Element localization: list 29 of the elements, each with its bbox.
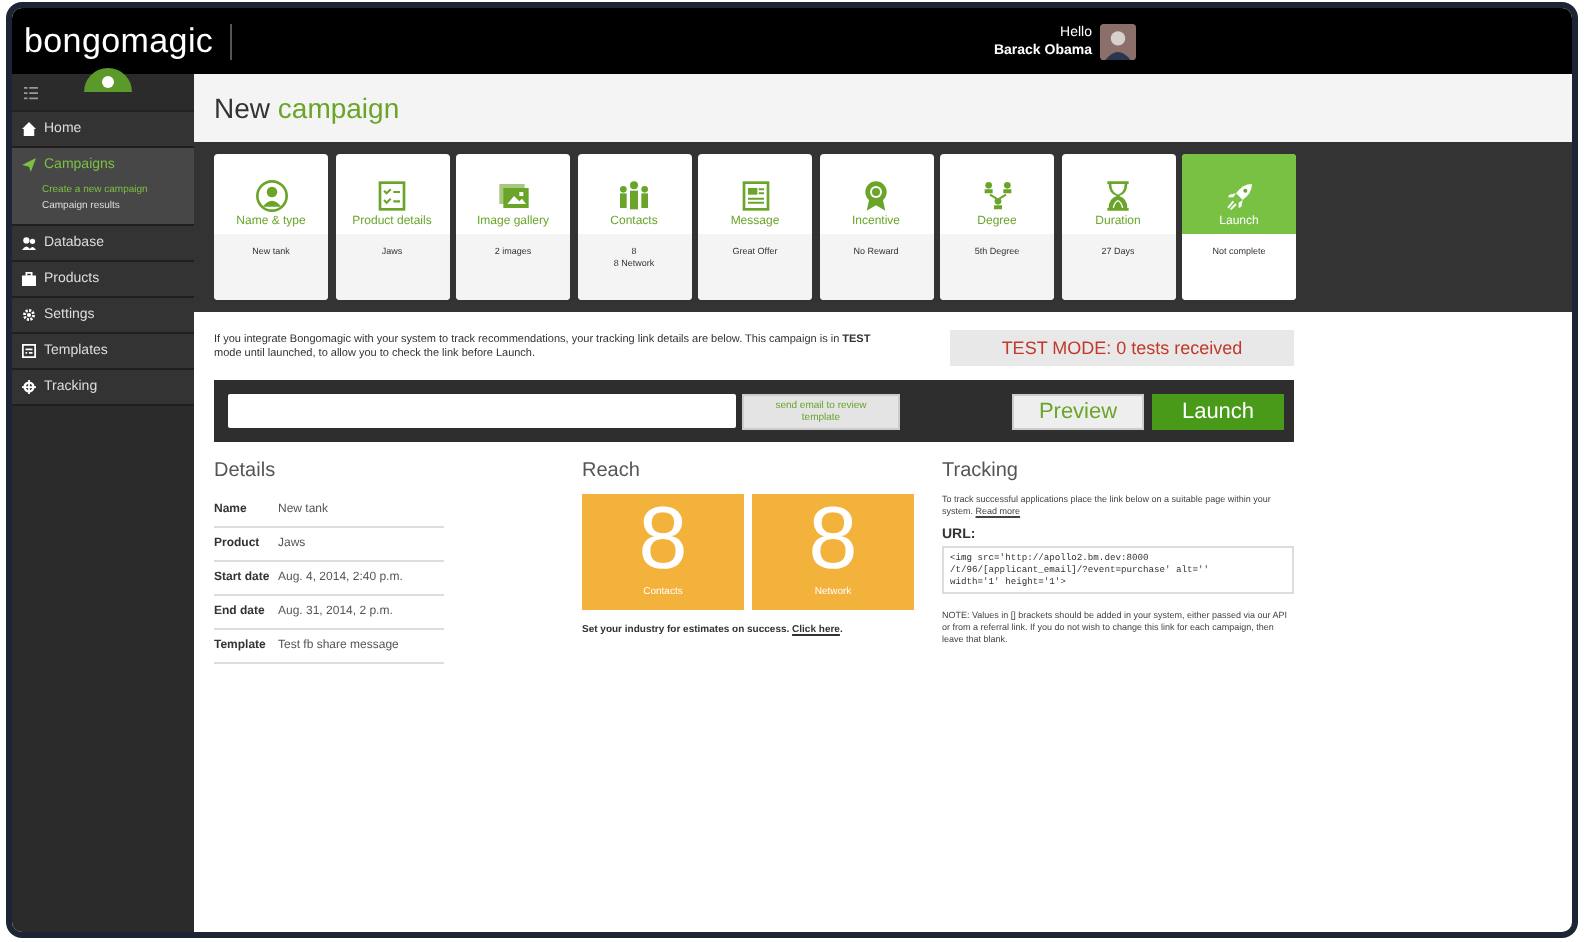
section-heading: Tracking xyxy=(942,460,1020,482)
logo-badge-icon xyxy=(84,67,132,91)
person-icon xyxy=(255,180,287,212)
ribbon-icon xyxy=(860,180,892,212)
reach-number: 8 xyxy=(638,494,688,586)
section-heading: Details xyxy=(214,460,278,482)
page-title: New campaign xyxy=(214,92,400,124)
people-icon xyxy=(22,236,36,250)
rocket-icon xyxy=(1223,180,1255,212)
document-icon xyxy=(739,180,771,212)
network-icon xyxy=(981,180,1013,212)
group-icon xyxy=(618,180,650,212)
avatar-icon[interactable] xyxy=(1100,23,1136,59)
crosshair-icon xyxy=(22,380,36,394)
picture-frame-icon xyxy=(497,180,529,212)
menu-icon[interactable] xyxy=(24,85,38,99)
test-mode-banner: TEST MODE: 0 tests received xyxy=(950,330,1294,366)
paper-plane-icon xyxy=(22,158,36,172)
gear-icon xyxy=(22,308,36,322)
reach-number: 8 xyxy=(808,494,858,586)
email-field[interactable] xyxy=(228,394,736,428)
launch-button[interactable]: Launch xyxy=(1152,393,1284,429)
home-icon xyxy=(22,122,36,136)
section-heading: Reach xyxy=(582,460,642,482)
logo[interactable]: bongomagic xyxy=(24,21,214,59)
hourglass-icon xyxy=(1102,180,1134,212)
checklist-icon xyxy=(376,180,408,212)
layout-icon xyxy=(22,344,36,358)
briefcase-icon xyxy=(22,272,36,286)
